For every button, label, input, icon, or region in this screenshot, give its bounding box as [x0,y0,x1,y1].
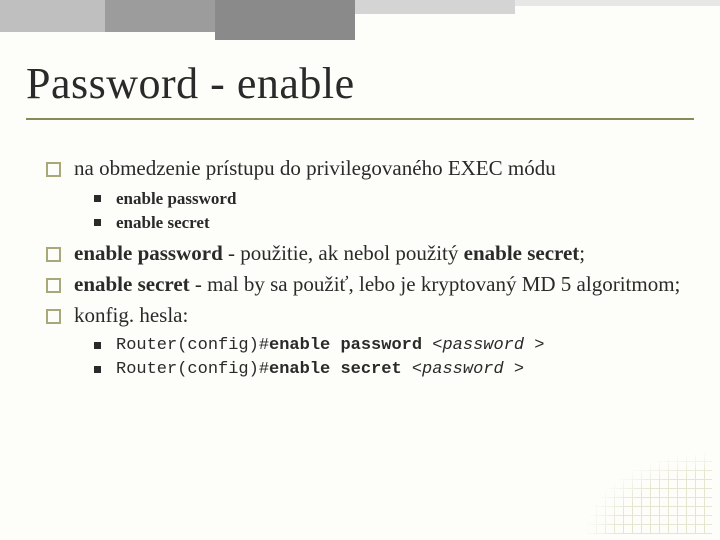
cli-line-enable-password: Router(config)#enable password <password… [116,335,686,357]
cli-param: <password > [412,360,524,379]
cli-command: enable password [269,336,432,355]
term-enable-secret: enable secret [74,272,190,296]
slide-title: Password - enable [26,58,355,109]
bullet-text: na obmedzenie prístupu do privilegovanéh… [74,156,556,180]
cli-command: enable secret [269,360,412,379]
cli-prompt: Router(config)# [116,336,269,355]
grid-decoration [542,424,712,534]
sub-bullet-enable-secret: enable secret [116,212,686,234]
bullet-config-passwords: konfig. hesla: Router(config)#enable pas… [74,302,686,381]
text-fragment: ; [579,241,585,265]
bullet-enable-password-usage: enable password - použitie, ak nebol pou… [74,240,686,267]
slide-banner [0,0,720,40]
title-underline [26,118,694,120]
term-enable-secret: enable secret [464,241,580,265]
slide-body: na obmedzenie prístupu do privilegovanéh… [46,155,686,387]
sub-bullet-enable-password: enable password [116,188,686,210]
cli-prompt: Router(config)# [116,360,269,379]
bullet-enable-secret-note: enable secret - mal by sa použiť, lebo j… [74,271,686,298]
text-fragment: - mal by sa použiť, lebo je kryptovaný M… [190,272,681,296]
term-enable-password: enable password [74,241,223,265]
text-fragment: - použitie, ak nebol použitý [223,241,464,265]
bullet-access-restriction: na obmedzenie prístupu do privilegovanéh… [74,155,686,234]
cli-line-enable-secret: Router(config)#enable secret <password > [116,359,686,381]
cli-param: <password > [432,336,544,355]
bullet-text: konfig. hesla: [74,303,188,327]
